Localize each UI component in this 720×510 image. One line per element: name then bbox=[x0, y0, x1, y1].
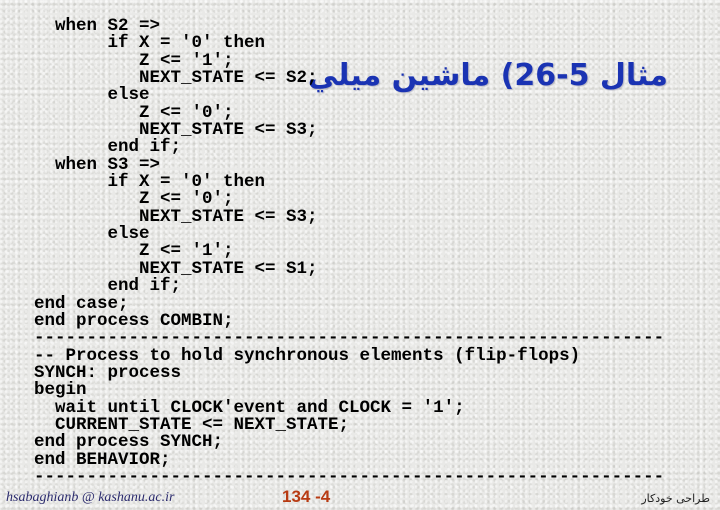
footer-email: hsabaghianb @ kashanu.ac.ir bbox=[6, 490, 175, 505]
separator-line: ----------------------------------------… bbox=[34, 328, 665, 349]
code-block: when S2 => if X = '0' then Z <= '1'; NEX… bbox=[34, 17, 665, 487]
code-line: end if; bbox=[34, 276, 182, 297]
code-line: SYNCH: process bbox=[34, 362, 182, 383]
code-line: begin bbox=[34, 380, 87, 401]
separator-line: ----------------------------------------… bbox=[34, 466, 665, 487]
footer-course-title: طراحی خودکار bbox=[641, 492, 710, 505]
code-line: end process SYNCH; bbox=[34, 432, 224, 453]
page-number: 134 -4 bbox=[282, 487, 331, 506]
